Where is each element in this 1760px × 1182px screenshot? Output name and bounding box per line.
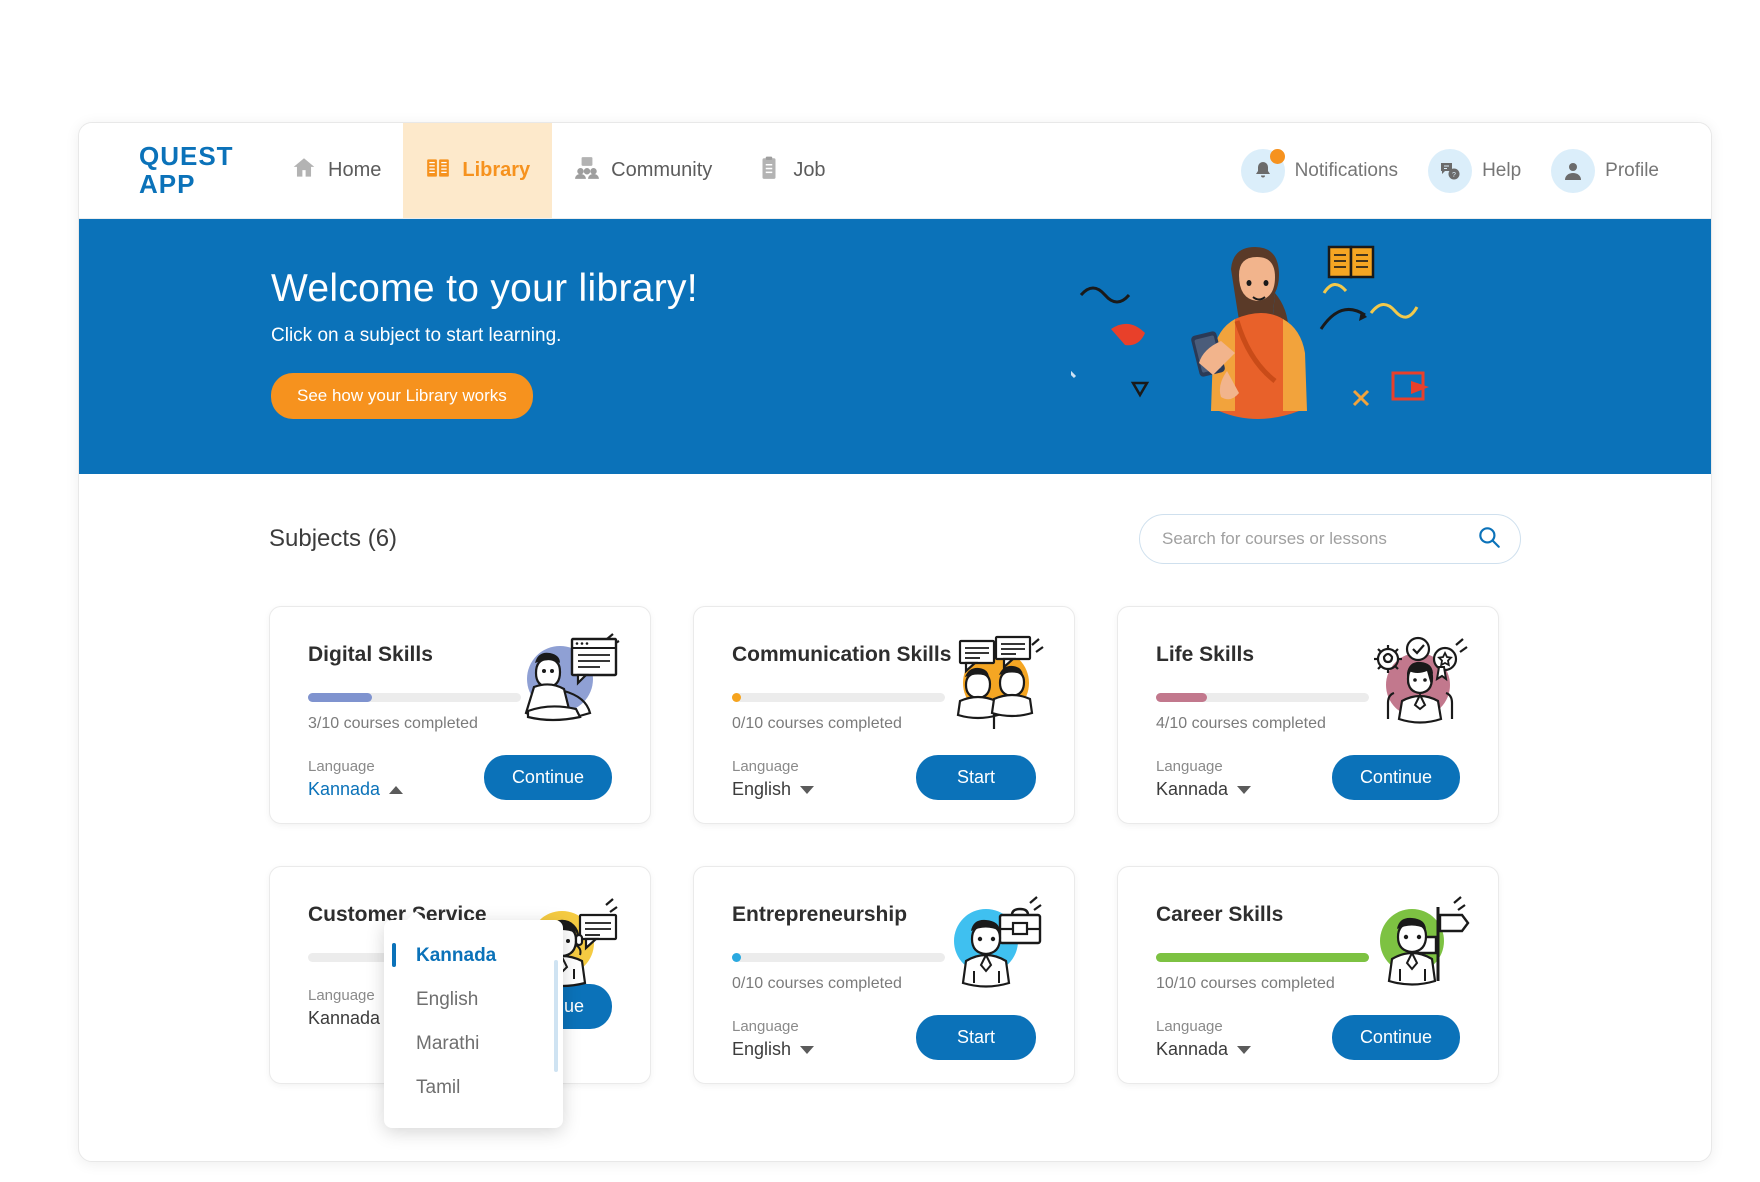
language-value: Kannada bbox=[308, 1008, 381, 1028]
logo-line-1: QUEST bbox=[139, 141, 234, 172]
progress-fill bbox=[732, 693, 741, 702]
nav-item-library[interactable]: Library bbox=[403, 123, 553, 218]
language-selector[interactable]: English bbox=[732, 1039, 815, 1060]
logo-line-2: APP bbox=[139, 168, 196, 199]
language-label: Language bbox=[732, 1018, 799, 1035]
language-label: Language bbox=[1156, 758, 1223, 775]
nav-label-library: Library bbox=[462, 159, 531, 181]
nav-label-community: Community bbox=[611, 159, 713, 181]
dropdown-option-tamil[interactable]: Tamil bbox=[384, 1066, 563, 1110]
bell-icon bbox=[1240, 148, 1285, 193]
progress-fill bbox=[1156, 953, 1369, 962]
people-icon bbox=[574, 155, 600, 187]
search-icon[interactable] bbox=[1476, 524, 1502, 555]
home-icon bbox=[291, 155, 317, 187]
see-how-library-works-button[interactable]: See how your Library works bbox=[271, 373, 533, 419]
progress-track bbox=[732, 693, 945, 702]
language-value: English bbox=[732, 1039, 792, 1059]
main-content: Subjects (6) Digital Skills 3/10 courses bbox=[79, 474, 1711, 1084]
progress-fill bbox=[308, 693, 372, 702]
progress-track bbox=[1156, 693, 1369, 702]
language-value: Kannada bbox=[1156, 779, 1229, 799]
language-label: Language bbox=[732, 758, 799, 775]
chevron-up-icon bbox=[389, 785, 404, 794]
subject-card-digital-skills[interactable]: Digital Skills 3/10 courses completed La… bbox=[269, 606, 651, 824]
dropdown-option-kannada[interactable]: Kannada bbox=[384, 934, 563, 978]
dropdown-option-english[interactable]: English bbox=[384, 978, 563, 1022]
chevron-down-icon bbox=[1237, 785, 1252, 794]
banner-illustration bbox=[1053, 233, 1501, 473]
content-header: Subjects (6) bbox=[269, 514, 1521, 564]
dropdown-scrollbar[interactable] bbox=[554, 960, 558, 1072]
notification-badge bbox=[1269, 148, 1285, 164]
progress-fill bbox=[732, 953, 741, 962]
card-cta-button[interactable]: Start bbox=[916, 1015, 1036, 1060]
progress-track bbox=[1156, 953, 1369, 962]
app-logo[interactable]: QUEST APP bbox=[79, 123, 269, 218]
app-window: QUEST APP Home Library Community Job Not… bbox=[78, 122, 1712, 1162]
language-selector[interactable]: Kannada bbox=[1156, 779, 1252, 800]
welcome-banner: Welcome to your library! Click on a subj… bbox=[79, 219, 1711, 474]
card-illustration-businessman-briefcase bbox=[938, 893, 1046, 993]
nav-label-notifications: Notifications bbox=[1294, 159, 1399, 181]
nav-item-profile[interactable]: Profile bbox=[1539, 148, 1671, 193]
nav-item-home[interactable]: Home bbox=[269, 123, 403, 218]
person-icon bbox=[1551, 148, 1596, 193]
card-cta-button[interactable]: Continue bbox=[1331, 755, 1460, 800]
book-icon bbox=[425, 155, 451, 187]
dropdown-option-marathi[interactable]: Marathi bbox=[384, 1022, 563, 1066]
card-illustration-person-laptop bbox=[514, 633, 622, 733]
top-navigation-bar: QUEST APP Home Library Community Job Not… bbox=[79, 123, 1711, 219]
card-illustration-two-people-speech bbox=[938, 633, 1046, 733]
nav-label-job: Job bbox=[793, 159, 826, 181]
language-value: English bbox=[732, 779, 792, 799]
card-illustration-person-badges bbox=[1362, 633, 1470, 733]
nav-item-help[interactable]: ? Help bbox=[1416, 148, 1533, 193]
chevron-down-icon bbox=[800, 785, 815, 794]
chevron-down-icon bbox=[800, 1045, 815, 1054]
nav-right-group: Notifications ? Help Profile bbox=[1229, 123, 1711, 218]
language-value: Kannada bbox=[1156, 1039, 1229, 1059]
language-label: Language bbox=[308, 758, 375, 775]
briefcase-icon bbox=[756, 155, 782, 187]
svg-text:?: ? bbox=[1452, 172, 1456, 179]
search-box[interactable] bbox=[1139, 514, 1521, 564]
chat-question-icon: ? bbox=[1428, 148, 1473, 193]
card-cta-button[interactable]: Continue bbox=[1331, 1015, 1460, 1060]
subject-card-career-skills[interactable]: Career Skills 10/10 courses completed La… bbox=[1117, 866, 1499, 1084]
card-cta-button[interactable]: Start bbox=[916, 755, 1036, 800]
subjects-heading: Subjects (6) bbox=[269, 525, 398, 552]
card-cta-button[interactable]: Continue bbox=[483, 755, 612, 800]
progress-track bbox=[732, 953, 945, 962]
language-selector[interactable]: English bbox=[732, 779, 815, 800]
nav-items: Home Library Community Job bbox=[269, 123, 848, 218]
language-selector[interactable]: Kannada bbox=[308, 779, 404, 800]
subject-card-entrepreneurship[interactable]: Entrepreneurship 0/10 courses completed … bbox=[693, 866, 1075, 1084]
nav-item-community[interactable]: Community bbox=[552, 123, 734, 218]
chevron-down-icon bbox=[1237, 1045, 1252, 1054]
language-value: Kannada bbox=[308, 779, 381, 799]
progress-fill bbox=[1156, 693, 1208, 702]
language-dropdown-menu[interactable]: Kannada English Marathi Tamil bbox=[384, 911, 563, 1128]
language-selector[interactable]: Kannada bbox=[1156, 1039, 1252, 1060]
nav-item-job[interactable]: Job bbox=[734, 123, 847, 218]
nav-label-home: Home bbox=[328, 159, 382, 181]
nav-label-profile: Profile bbox=[1605, 159, 1659, 181]
card-illustration-person-signpost bbox=[1362, 893, 1470, 993]
nav-label-help: Help bbox=[1482, 159, 1522, 181]
language-label: Language bbox=[1156, 1018, 1223, 1035]
nav-item-notifications[interactable]: Notifications bbox=[1229, 148, 1411, 193]
subject-card-communication-skills[interactable]: Communication Skills 0/10 courses comple… bbox=[693, 606, 1075, 824]
progress-track bbox=[308, 693, 521, 702]
subject-card-life-skills[interactable]: Life Skills 4/10 courses completed Langu… bbox=[1117, 606, 1499, 824]
search-input[interactable] bbox=[1162, 529, 1476, 549]
